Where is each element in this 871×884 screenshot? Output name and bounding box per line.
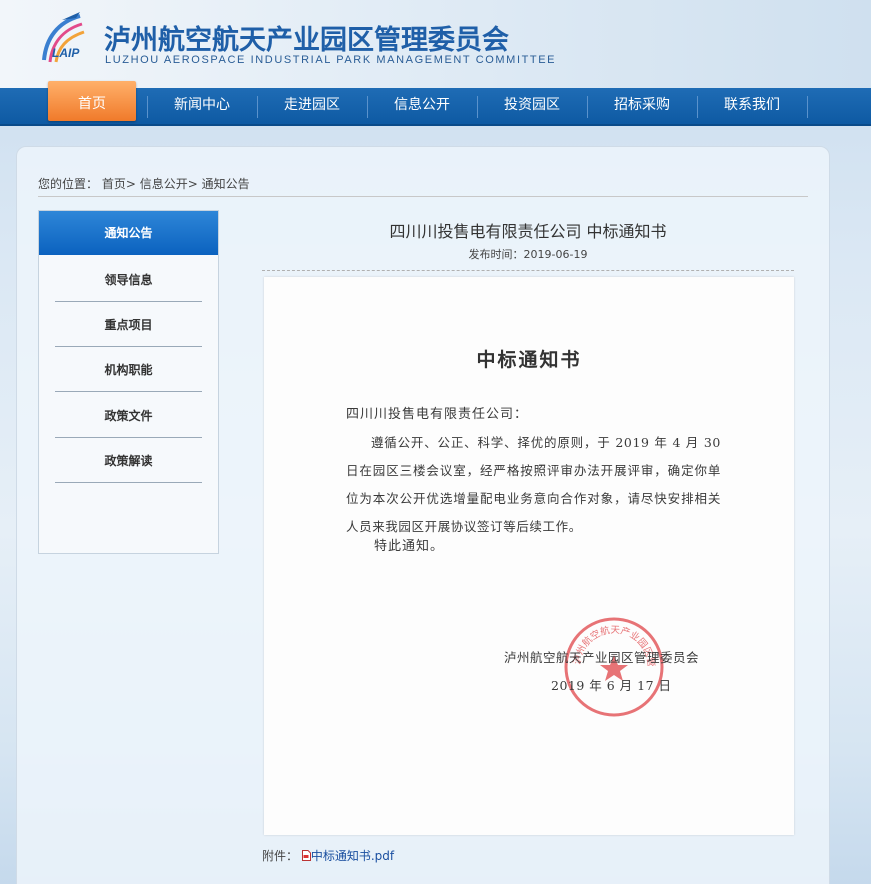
document-addressee: 四川川投售电有限责任公司： bbox=[346, 407, 529, 422]
nav-item-news[interactable]: 新闻中心 bbox=[147, 88, 257, 126]
sidebar-item-functions[interactable]: 机构职能 bbox=[55, 347, 202, 392]
breadcrumb-info-link[interactable]: 信息公开 bbox=[140, 177, 188, 191]
breadcrumb-separator: > bbox=[125, 177, 136, 191]
breadcrumb-notice-link[interactable]: 通知公告 bbox=[202, 177, 250, 191]
official-seal-icon: 泸州航空航天产业园区管理委员会 bbox=[562, 615, 664, 717]
document-org: 泸州航空航天产业园区管理委员会 bbox=[504, 650, 700, 665]
date-label: 发布时间： bbox=[468, 248, 524, 261]
document-sign-date: 2019 年 6 月 17 日 bbox=[551, 678, 672, 693]
nav-divider bbox=[807, 96, 808, 118]
date-value: 2019-06-19 bbox=[523, 248, 588, 261]
breadcrumb-prefix: 您的位置： bbox=[38, 177, 99, 191]
logo-text: LAIP bbox=[52, 46, 80, 60]
site-title: 泸州航空航天产业园区管理委员会 bbox=[104, 25, 509, 56]
nav-item-home[interactable]: 首页 bbox=[48, 81, 136, 121]
document-closing: 特此通知。 bbox=[374, 539, 445, 554]
sidebar-item-notices[interactable]: 通知公告 bbox=[39, 211, 218, 255]
breadcrumb-home-link[interactable]: 首页 bbox=[102, 177, 126, 191]
document-body-text: 遵循公开、公正、科学、择优的原则，于 2019 年 4 月 30 日在园区三楼会… bbox=[346, 435, 721, 534]
main-nav: 首页 新闻中心 走进园区 信息公开 投资园区 招标采购 联系我们 bbox=[0, 81, 871, 126]
attachment: 附件： 中标通知书.pdf bbox=[262, 847, 394, 864]
site-header: LAIP 泸州航空航天产业园区管理委员会 LUZHOU AEROSPACE IN… bbox=[0, 0, 871, 88]
nav-item-contact[interactable]: 联系我们 bbox=[697, 88, 807, 126]
article-date: 发布时间：2019-06-19 bbox=[262, 246, 794, 271]
pdf-file-icon bbox=[301, 850, 311, 861]
nav-item-bidding[interactable]: 招标采购 bbox=[587, 88, 697, 126]
attachment-download-link[interactable]: 中标通知书.pdf bbox=[311, 849, 394, 863]
sidebar-item-policy-docs[interactable]: 政策文件 bbox=[55, 393, 202, 438]
sidebar-item-policy-interpretation[interactable]: 政策解读 bbox=[55, 438, 202, 483]
site-subtitle: LUZHOU AEROSPACE INDUSTRIAL PARK MANAGEM… bbox=[105, 54, 557, 66]
breadcrumb-separator: > bbox=[187, 177, 198, 191]
document-body: 遵循公开、公正、科学、择优的原则，于 2019 年 4 月 30 日在园区三楼会… bbox=[346, 429, 721, 541]
sidebar-item-key-projects[interactable]: 重点项目 bbox=[55, 302, 202, 347]
breadcrumb: 您的位置： 首页> 信息公开> 通知公告 bbox=[38, 175, 808, 197]
document-heading: 中标通知书 bbox=[476, 349, 582, 371]
article-title: 四川川投售电有限责任公司 中标通知书 bbox=[389, 222, 667, 241]
sidebar: 通知公告 领导信息 重点项目 机构职能 政策文件 政策解读 bbox=[38, 210, 219, 554]
notice-document-image: 中标通知书 四川川投售电有限责任公司： 遵循公开、公正、科学、择优的原则，于 2… bbox=[264, 277, 794, 835]
nav-item-investment[interactable]: 投资园区 bbox=[477, 88, 587, 126]
sidebar-item-leadership[interactable]: 领导信息 bbox=[55, 257, 202, 302]
attachment-label: 附件： bbox=[262, 849, 299, 863]
nav-item-info-disclosure[interactable]: 信息公开 bbox=[367, 88, 477, 126]
park-logo-icon[interactable]: LAIP bbox=[36, 8, 106, 66]
nav-item-about-park[interactable]: 走进园区 bbox=[257, 88, 367, 126]
